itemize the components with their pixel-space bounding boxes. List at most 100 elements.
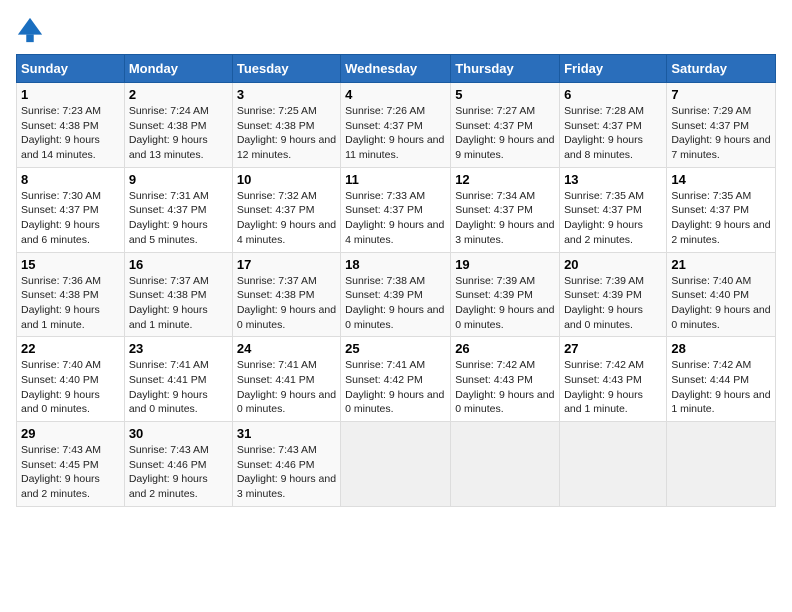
day-number: 14 bbox=[671, 172, 771, 187]
day-number: 3 bbox=[237, 87, 336, 102]
cell-content: Sunrise: 7:37 AM Sunset: 4:38 PM Dayligh… bbox=[237, 274, 336, 333]
cell-content: Sunrise: 7:23 AM Sunset: 4:38 PM Dayligh… bbox=[21, 104, 120, 163]
day-cell-14: 14 Sunrise: 7:35 AM Sunset: 4:37 PM Dayl… bbox=[667, 167, 776, 252]
day-cell-4: 4 Sunrise: 7:26 AM Sunset: 4:37 PM Dayli… bbox=[341, 83, 451, 168]
day-number: 23 bbox=[129, 341, 228, 356]
day-cell-23: 23 Sunrise: 7:41 AM Sunset: 4:41 PM Dayl… bbox=[124, 337, 232, 422]
cell-content: Sunrise: 7:40 AM Sunset: 4:40 PM Dayligh… bbox=[21, 358, 120, 417]
cell-content: Sunrise: 7:41 AM Sunset: 4:41 PM Dayligh… bbox=[237, 358, 336, 417]
week-row-3: 15 Sunrise: 7:36 AM Sunset: 4:38 PM Dayl… bbox=[17, 252, 776, 337]
empty-cell bbox=[451, 422, 560, 507]
day-number: 26 bbox=[455, 341, 555, 356]
day-cell-1: 1 Sunrise: 7:23 AM Sunset: 4:38 PM Dayli… bbox=[17, 83, 125, 168]
cell-content: Sunrise: 7:29 AM Sunset: 4:37 PM Dayligh… bbox=[671, 104, 771, 163]
day-cell-10: 10 Sunrise: 7:32 AM Sunset: 4:37 PM Dayl… bbox=[232, 167, 340, 252]
day-cell-3: 3 Sunrise: 7:25 AM Sunset: 4:38 PM Dayli… bbox=[232, 83, 340, 168]
week-row-4: 22 Sunrise: 7:40 AM Sunset: 4:40 PM Dayl… bbox=[17, 337, 776, 422]
day-cell-15: 15 Sunrise: 7:36 AM Sunset: 4:38 PM Dayl… bbox=[17, 252, 125, 337]
cell-content: Sunrise: 7:34 AM Sunset: 4:37 PM Dayligh… bbox=[455, 189, 555, 248]
day-cell-22: 22 Sunrise: 7:40 AM Sunset: 4:40 PM Dayl… bbox=[17, 337, 125, 422]
header-saturday: Saturday bbox=[667, 55, 776, 83]
day-cell-19: 19 Sunrise: 7:39 AM Sunset: 4:39 PM Dayl… bbox=[451, 252, 560, 337]
cell-content: Sunrise: 7:25 AM Sunset: 4:38 PM Dayligh… bbox=[237, 104, 336, 163]
header-tuesday: Tuesday bbox=[232, 55, 340, 83]
day-cell-24: 24 Sunrise: 7:41 AM Sunset: 4:41 PM Dayl… bbox=[232, 337, 340, 422]
day-number: 25 bbox=[345, 341, 446, 356]
header-row: SundayMondayTuesdayWednesdayThursdayFrid… bbox=[17, 55, 776, 83]
day-number: 30 bbox=[129, 426, 228, 441]
cell-content: Sunrise: 7:41 AM Sunset: 4:41 PM Dayligh… bbox=[129, 358, 228, 417]
day-number: 19 bbox=[455, 257, 555, 272]
page-header bbox=[16, 16, 776, 44]
day-number: 8 bbox=[21, 172, 120, 187]
day-cell-30: 30 Sunrise: 7:43 AM Sunset: 4:46 PM Dayl… bbox=[124, 422, 232, 507]
day-number: 29 bbox=[21, 426, 120, 441]
day-cell-6: 6 Sunrise: 7:28 AM Sunset: 4:37 PM Dayli… bbox=[560, 83, 667, 168]
logo bbox=[16, 16, 46, 44]
day-number: 17 bbox=[237, 257, 336, 272]
cell-content: Sunrise: 7:35 AM Sunset: 4:37 PM Dayligh… bbox=[564, 189, 662, 248]
day-cell-21: 21 Sunrise: 7:40 AM Sunset: 4:40 PM Dayl… bbox=[667, 252, 776, 337]
cell-content: Sunrise: 7:35 AM Sunset: 4:37 PM Dayligh… bbox=[671, 189, 771, 248]
cell-content: Sunrise: 7:42 AM Sunset: 4:43 PM Dayligh… bbox=[455, 358, 555, 417]
day-cell-27: 27 Sunrise: 7:42 AM Sunset: 4:43 PM Dayl… bbox=[560, 337, 667, 422]
day-number: 16 bbox=[129, 257, 228, 272]
header-thursday: Thursday bbox=[451, 55, 560, 83]
day-cell-13: 13 Sunrise: 7:35 AM Sunset: 4:37 PM Dayl… bbox=[560, 167, 667, 252]
day-number: 10 bbox=[237, 172, 336, 187]
cell-content: Sunrise: 7:26 AM Sunset: 4:37 PM Dayligh… bbox=[345, 104, 446, 163]
cell-content: Sunrise: 7:27 AM Sunset: 4:37 PM Dayligh… bbox=[455, 104, 555, 163]
day-number: 7 bbox=[671, 87, 771, 102]
day-cell-20: 20 Sunrise: 7:39 AM Sunset: 4:39 PM Dayl… bbox=[560, 252, 667, 337]
cell-content: Sunrise: 7:42 AM Sunset: 4:44 PM Dayligh… bbox=[671, 358, 771, 417]
day-number: 22 bbox=[21, 341, 120, 356]
cell-content: Sunrise: 7:42 AM Sunset: 4:43 PM Dayligh… bbox=[564, 358, 662, 417]
cell-content: Sunrise: 7:40 AM Sunset: 4:40 PM Dayligh… bbox=[671, 274, 771, 333]
day-number: 15 bbox=[21, 257, 120, 272]
cell-content: Sunrise: 7:28 AM Sunset: 4:37 PM Dayligh… bbox=[564, 104, 662, 163]
day-number: 27 bbox=[564, 341, 662, 356]
day-number: 11 bbox=[345, 172, 446, 187]
empty-cell bbox=[667, 422, 776, 507]
day-cell-31: 31 Sunrise: 7:43 AM Sunset: 4:46 PM Dayl… bbox=[232, 422, 340, 507]
day-number: 9 bbox=[129, 172, 228, 187]
day-cell-25: 25 Sunrise: 7:41 AM Sunset: 4:42 PM Dayl… bbox=[341, 337, 451, 422]
day-cell-2: 2 Sunrise: 7:24 AM Sunset: 4:38 PM Dayli… bbox=[124, 83, 232, 168]
cell-content: Sunrise: 7:37 AM Sunset: 4:38 PM Dayligh… bbox=[129, 274, 228, 333]
day-number: 24 bbox=[237, 341, 336, 356]
week-row-2: 8 Sunrise: 7:30 AM Sunset: 4:37 PM Dayli… bbox=[17, 167, 776, 252]
day-cell-16: 16 Sunrise: 7:37 AM Sunset: 4:38 PM Dayl… bbox=[124, 252, 232, 337]
header-sunday: Sunday bbox=[17, 55, 125, 83]
day-number: 12 bbox=[455, 172, 555, 187]
cell-content: Sunrise: 7:43 AM Sunset: 4:45 PM Dayligh… bbox=[21, 443, 120, 502]
day-cell-5: 5 Sunrise: 7:27 AM Sunset: 4:37 PM Dayli… bbox=[451, 83, 560, 168]
empty-cell bbox=[341, 422, 451, 507]
cell-content: Sunrise: 7:24 AM Sunset: 4:38 PM Dayligh… bbox=[129, 104, 228, 163]
day-number: 5 bbox=[455, 87, 555, 102]
cell-content: Sunrise: 7:38 AM Sunset: 4:39 PM Dayligh… bbox=[345, 274, 446, 333]
header-friday: Friday bbox=[560, 55, 667, 83]
cell-content: Sunrise: 7:39 AM Sunset: 4:39 PM Dayligh… bbox=[564, 274, 662, 333]
day-cell-11: 11 Sunrise: 7:33 AM Sunset: 4:37 PM Dayl… bbox=[341, 167, 451, 252]
cell-content: Sunrise: 7:31 AM Sunset: 4:37 PM Dayligh… bbox=[129, 189, 228, 248]
cell-content: Sunrise: 7:30 AM Sunset: 4:37 PM Dayligh… bbox=[21, 189, 120, 248]
logo-icon bbox=[16, 16, 44, 44]
day-cell-29: 29 Sunrise: 7:43 AM Sunset: 4:45 PM Dayl… bbox=[17, 422, 125, 507]
day-number: 1 bbox=[21, 87, 120, 102]
cell-content: Sunrise: 7:33 AM Sunset: 4:37 PM Dayligh… bbox=[345, 189, 446, 248]
day-number: 20 bbox=[564, 257, 662, 272]
empty-cell bbox=[560, 422, 667, 507]
day-cell-8: 8 Sunrise: 7:30 AM Sunset: 4:37 PM Dayli… bbox=[17, 167, 125, 252]
day-cell-28: 28 Sunrise: 7:42 AM Sunset: 4:44 PM Dayl… bbox=[667, 337, 776, 422]
calendar-table: SundayMondayTuesdayWednesdayThursdayFrid… bbox=[16, 54, 776, 507]
day-cell-9: 9 Sunrise: 7:31 AM Sunset: 4:37 PM Dayli… bbox=[124, 167, 232, 252]
day-cell-17: 17 Sunrise: 7:37 AM Sunset: 4:38 PM Dayl… bbox=[232, 252, 340, 337]
day-number: 21 bbox=[671, 257, 771, 272]
day-number: 18 bbox=[345, 257, 446, 272]
cell-content: Sunrise: 7:41 AM Sunset: 4:42 PM Dayligh… bbox=[345, 358, 446, 417]
header-wednesday: Wednesday bbox=[341, 55, 451, 83]
day-cell-7: 7 Sunrise: 7:29 AM Sunset: 4:37 PM Dayli… bbox=[667, 83, 776, 168]
day-number: 2 bbox=[129, 87, 228, 102]
day-cell-12: 12 Sunrise: 7:34 AM Sunset: 4:37 PM Dayl… bbox=[451, 167, 560, 252]
week-row-1: 1 Sunrise: 7:23 AM Sunset: 4:38 PM Dayli… bbox=[17, 83, 776, 168]
